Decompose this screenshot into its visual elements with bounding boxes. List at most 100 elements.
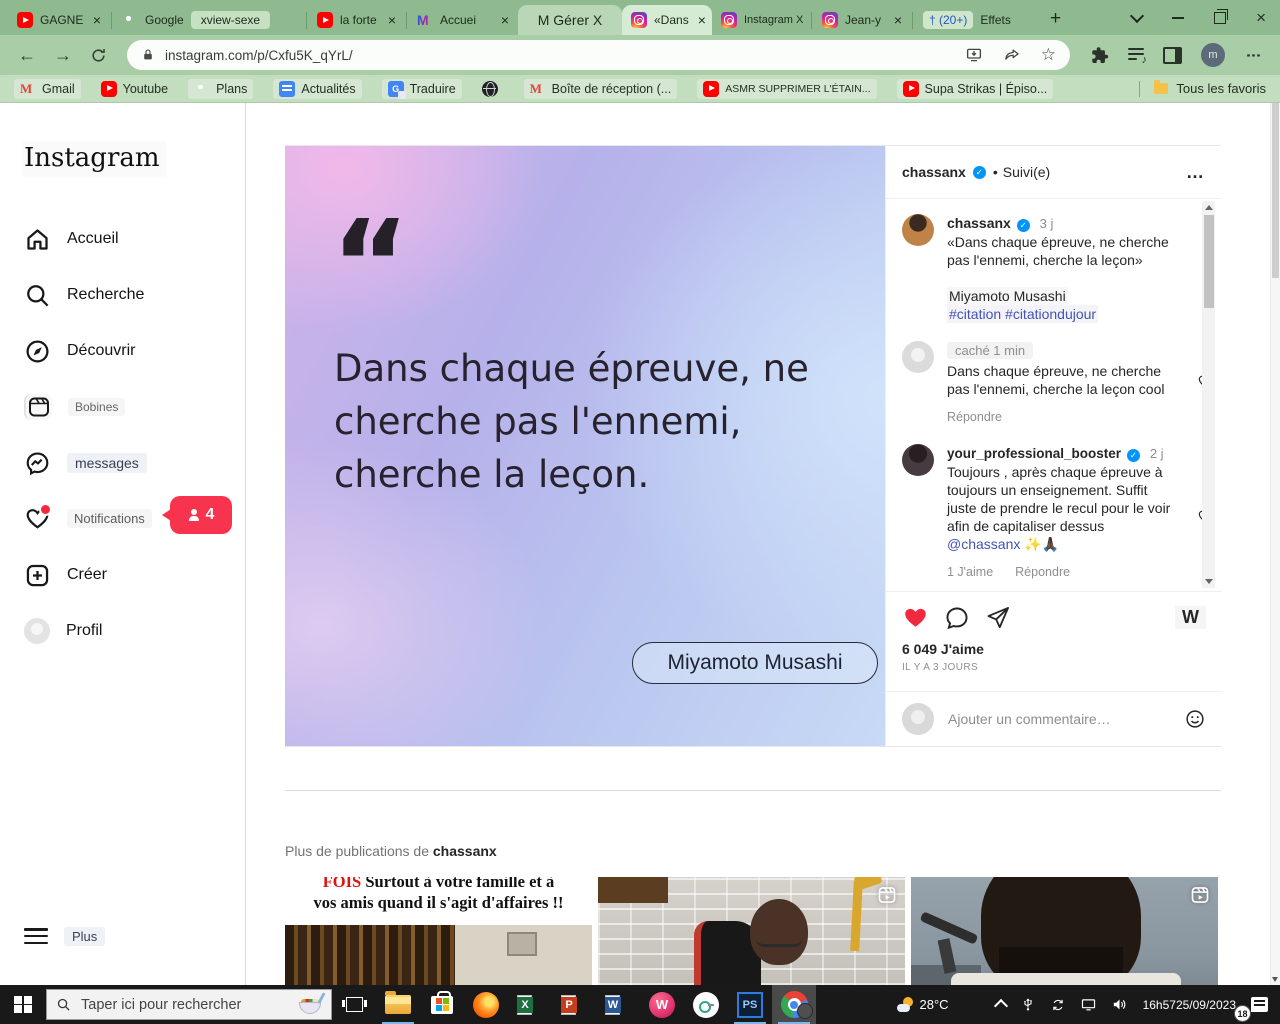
- tab-search-chevron-icon[interactable]: [1130, 8, 1144, 22]
- sidebar-item-plus[interactable]: Plus: [24, 921, 105, 951]
- bookmark-supa-strikas[interactable]: Supa Strikas | Épiso...: [897, 79, 1054, 99]
- back-icon[interactable]: ←: [18, 45, 36, 66]
- tab-dans-active[interactable]: «Dans ×: [622, 5, 712, 35]
- sidebar-item-accueil[interactable]: Accueil: [24, 224, 119, 254]
- sidebar-item-profil[interactable]: Profil: [24, 616, 102, 646]
- bing-daily-food-icon[interactable]: [298, 993, 322, 1017]
- comment-username[interactable]: your_professional_booster: [947, 446, 1121, 461]
- browser-menu-icon[interactable]: ⋮: [1244, 48, 1262, 63]
- tab-gagne[interactable]: GAGNE ×: [8, 5, 110, 35]
- media-list-icon[interactable]: ♪: [1128, 48, 1144, 62]
- weather-widget[interactable]: 28°C: [890, 985, 956, 1024]
- emoji-smiley-icon[interactable]: [1184, 708, 1206, 730]
- minimize-icon[interactable]: [1172, 17, 1184, 19]
- start-button[interactable]: [0, 985, 46, 1024]
- share-plane-icon[interactable]: [985, 605, 1011, 631]
- bookmark-star-icon[interactable]: ☆: [1041, 45, 1056, 65]
- related-post-thumbnail[interactable]: FOIS Surtout à votre famille et à vos am…: [285, 877, 592, 985]
- avatar[interactable]: [902, 444, 934, 476]
- avatar[interactable]: [902, 341, 934, 373]
- close-icon[interactable]: ×: [698, 13, 706, 27]
- clock[interactable]: 16h57 25/09/2023: [1135, 985, 1244, 1024]
- forward-icon[interactable]: →: [54, 45, 72, 66]
- firefox-button[interactable]: [464, 985, 508, 1024]
- related-post-thumbnail[interactable]: [598, 877, 905, 985]
- close-icon[interactable]: ×: [93, 13, 101, 27]
- instagram-logo[interactable]: Instagram: [22, 141, 166, 177]
- notification-count-badge[interactable]: 4: [170, 496, 232, 534]
- share-icon[interactable]: [1003, 46, 1021, 64]
- followed-status[interactable]: Suivi(e): [1003, 164, 1050, 180]
- url-text[interactable]: instagram.com/p/Cxfu5K_qYrL/: [165, 48, 955, 63]
- comment-input[interactable]: [946, 710, 1172, 728]
- post-options-icon[interactable]: …: [1186, 162, 1205, 183]
- maximize-icon[interactable]: [1214, 12, 1226, 24]
- related-post-thumbnail[interactable]: [911, 877, 1218, 985]
- word-button[interactable]: W: [596, 985, 640, 1024]
- action-center-button[interactable]: 18: [1244, 985, 1280, 1024]
- taskbar-search[interactable]: [46, 989, 332, 1020]
- file-explorer-button[interactable]: [376, 985, 420, 1024]
- bookmark-traduire[interactable]: G Traduire: [382, 79, 462, 99]
- taskbar-search-input[interactable]: [79, 996, 290, 1014]
- caption-hashtags[interactable]: #citation #citationdujour: [947, 305, 1098, 323]
- reload-icon[interactable]: [90, 47, 107, 64]
- sidebar-item-bobines[interactable]: Bobines: [24, 392, 125, 422]
- tab-jean[interactable]: Jean-y ×: [813, 5, 911, 35]
- side-panel-icon[interactable]: [1163, 47, 1182, 64]
- volume-tray-item[interactable]: [1104, 985, 1135, 1024]
- scroll-down-icon[interactable]: [1272, 977, 1278, 982]
- tab-la-forte[interactable]: la forte ×: [308, 5, 405, 35]
- bookmark-plans[interactable]: Plans: [188, 79, 253, 99]
- post-username[interactable]: chassanx: [902, 164, 966, 180]
- new-tab-button[interactable]: +: [1050, 8, 1061, 30]
- sidebar-item-recherche[interactable]: Recherche: [24, 280, 144, 310]
- comment-icon[interactable]: [944, 605, 970, 631]
- bookmark-globe[interactable]: [482, 81, 504, 97]
- scrollbar-thumb[interactable]: [1204, 215, 1214, 308]
- likes-count[interactable]: 6 049 J'aime: [902, 641, 1206, 657]
- all-favorites-label[interactable]: Tous les favoris: [1176, 81, 1266, 96]
- photoshop-button[interactable]: PS: [728, 985, 772, 1024]
- close-icon[interactable]: ×: [388, 13, 396, 27]
- password-app-button[interactable]: [684, 985, 728, 1024]
- excel-button[interactable]: X: [508, 985, 552, 1024]
- close-window-icon[interactable]: ×: [1256, 9, 1266, 26]
- mention-link[interactable]: @chassanx: [947, 536, 1020, 552]
- close-icon[interactable]: ×: [894, 13, 902, 27]
- comment-username[interactable]: chassanx: [947, 215, 1011, 231]
- bookmark-gmail[interactable]: M Gmail: [14, 79, 81, 99]
- microsoft-store-button[interactable]: [420, 985, 464, 1024]
- network-tray-item[interactable]: [1073, 985, 1104, 1024]
- comments-scrollbar[interactable]: [1202, 201, 1215, 588]
- scrollbar-thumb[interactable]: [1272, 103, 1279, 278]
- bookmark-youtube[interactable]: Youtube: [101, 81, 168, 97]
- sidebar-item-notifications[interactable]: Notifications: [24, 503, 152, 533]
- comment-likes[interactable]: 1 J'aime: [947, 563, 993, 581]
- task-view-button[interactable]: [332, 985, 376, 1024]
- tab-google-xview[interactable]: Google xview-sexe: [113, 5, 305, 35]
- close-icon[interactable]: ×: [501, 13, 509, 27]
- profile-avatar[interactable]: m: [1201, 43, 1225, 67]
- tab-instagram[interactable]: Instagram X: [712, 5, 810, 35]
- tab-gerer[interactable]: M Gérer X: [518, 5, 622, 35]
- bookmark-inbox[interactable]: M Boîte de réception (...: [524, 79, 678, 99]
- sidebar-item-creer[interactable]: Créer: [24, 560, 107, 590]
- scroll-down-icon[interactable]: [1205, 579, 1213, 584]
- usb-tray-item[interactable]: [1013, 985, 1043, 1024]
- reply-button[interactable]: Répondre: [947, 408, 1173, 426]
- save-bookmark-icon[interactable]: W: [1175, 606, 1206, 629]
- powerpoint-button[interactable]: P: [552, 985, 596, 1024]
- sidebar-item-decouvrir[interactable]: Découvrir: [24, 336, 135, 366]
- post-image[interactable]: “ Dans chaque épreuve, ne cherche pas l'…: [285, 146, 885, 746]
- more-posts-username[interactable]: chassanx: [433, 843, 497, 859]
- chrome-button[interactable]: [772, 985, 816, 1024]
- tab-accueil-meta[interactable]: M Accuei ×: [408, 5, 518, 35]
- sync-tray-item[interactable]: [1043, 985, 1073, 1024]
- tray-expand-button[interactable]: [956, 985, 1013, 1024]
- scroll-up-icon[interactable]: [1205, 205, 1213, 210]
- avatar[interactable]: [902, 214, 934, 246]
- send-to-device-icon[interactable]: [965, 46, 983, 64]
- comments-list[interactable]: chassanx ✓ 3 j «Dans chaque épreuve, ne …: [886, 198, 1222, 591]
- reply-button[interactable]: Répondre: [1015, 563, 1070, 581]
